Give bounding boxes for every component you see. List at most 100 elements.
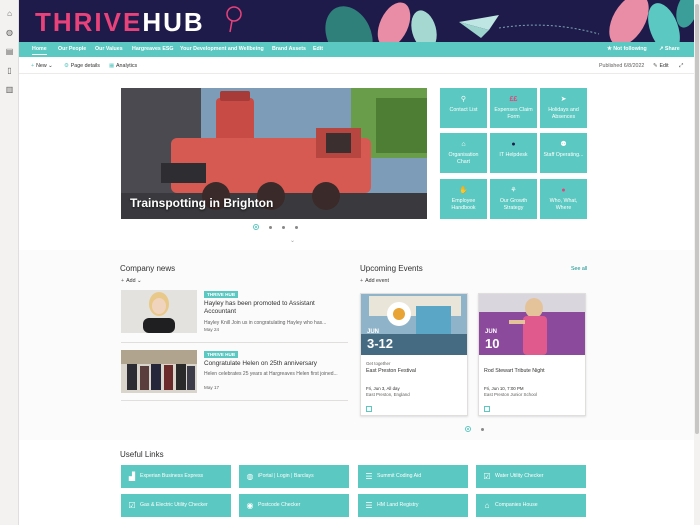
plus-icon: + bbox=[31, 63, 35, 69]
link-summit-coding-aid[interactable]: ☰ Summit Coding Aid bbox=[358, 465, 468, 488]
site-navigation: Home Our People Our Values Hargreaves ES… bbox=[19, 42, 694, 57]
link-water-utility[interactable]: ☑ Water Utility Checker bbox=[476, 465, 586, 488]
event-month: JUN bbox=[485, 329, 498, 335]
globe-icon[interactable]: ◍ bbox=[5, 28, 14, 37]
event-day: 10 bbox=[485, 336, 500, 351]
follow-button[interactable]: ★ Not following bbox=[607, 42, 647, 57]
link-iportal-barclays[interactable]: ◍ iPortal | Login | Barclays bbox=[239, 465, 349, 488]
tile-label: Expenses Claim Form bbox=[494, 107, 533, 120]
nav-development-wellbeing[interactable]: Your Development and Wellbeing bbox=[180, 42, 264, 57]
expand-icon[interactable]: ⤢ bbox=[679, 58, 683, 74]
add-news-button[interactable]: + Add ⌄ bbox=[121, 278, 141, 284]
tile-who-what-where[interactable]: ● Who, What, Where bbox=[540, 179, 587, 219]
tile-label: Contact List bbox=[449, 107, 478, 113]
tile-expenses-claim-form[interactable]: ££ Expenses Claim Form bbox=[490, 88, 537, 128]
command-bar: + New ⌄ ⚙ Page details ▦ Analytics Publishe… bbox=[19, 58, 694, 74]
tile-contact-list[interactable]: ⚲ Contact List bbox=[440, 88, 487, 128]
event-card[interactable]: JUN 3-12 Get together East Preston Festi… bbox=[360, 293, 468, 416]
new-button[interactable]: + New ⌄ bbox=[31, 58, 53, 74]
link-label: Experian Business Express bbox=[140, 473, 204, 479]
chart-icon: ▟ bbox=[128, 472, 136, 481]
analytics-icon: ▦ bbox=[109, 63, 115, 69]
news-thumbnail[interactable] bbox=[121, 350, 197, 393]
tile-label: Who, What, Where bbox=[549, 198, 578, 211]
add-to-calendar-icon[interactable] bbox=[366, 406, 372, 412]
event-card[interactable]: JUN 10 Rod Stewart Tribute Night Fri, Ju… bbox=[478, 293, 586, 416]
search-icon: ⚲ bbox=[460, 96, 467, 103]
thrivehub-logo[interactable]: THRIVEHUB bbox=[35, 8, 205, 36]
link-companies-house[interactable]: ⌂ Companies House bbox=[476, 494, 586, 517]
analytics-button[interactable]: ▦ Analytics bbox=[109, 58, 137, 74]
link-hm-land-registry[interactable]: ☰ HM Land Registry bbox=[358, 494, 468, 517]
carousel-dot-1[interactable] bbox=[253, 224, 259, 230]
headset-icon: ● bbox=[511, 141, 516, 148]
news-title[interactable]: Congratulate Helen on 25th anniversary bbox=[204, 360, 344, 368]
tile-staff-operating[interactable]: ⚉ Staff Operating... bbox=[540, 133, 587, 173]
people-icon: ⚉ bbox=[560, 141, 567, 148]
hero-title[interactable]: Trainspotting in Brighton bbox=[130, 196, 273, 210]
scrollbar-thumb[interactable] bbox=[695, 4, 699, 434]
event-date: Fri, Jun 3, All day bbox=[366, 386, 400, 391]
event-category: Get together bbox=[366, 361, 391, 366]
tile-employee-handbook[interactable]: ✋ Employee Handbook bbox=[440, 179, 487, 219]
tile-growth-strategy[interactable]: ⚘ Our Growth Strategy bbox=[490, 179, 537, 219]
tile-label: Our Growth Strategy bbox=[499, 198, 528, 211]
logo-hub-text: HUB bbox=[142, 7, 205, 37]
check-icon: ☑ bbox=[128, 501, 136, 510]
tile-it-helpdesk[interactable]: ● IT Helpdesk bbox=[490, 133, 537, 173]
notebook-icon[interactable]: ▥ bbox=[5, 85, 14, 94]
events-dot-2[interactable] bbox=[481, 427, 484, 431]
news-divider bbox=[121, 342, 348, 343]
published-status: Published 6/8/2022 bbox=[599, 63, 645, 69]
pencil-icon: ✎ bbox=[653, 63, 658, 69]
news-excerpt: Helen celebrates 25 years at Hargreaves … bbox=[204, 371, 338, 377]
home-icon[interactable]: ⌂ bbox=[5, 9, 14, 18]
tile-holidays-absences[interactable]: ➤ Holidays and Absences bbox=[540, 88, 587, 128]
news-divider bbox=[121, 400, 348, 401]
nav-hargreaves-esg[interactable]: Hargreaves ESG bbox=[132, 42, 174, 57]
events-dot-1[interactable] bbox=[465, 426, 471, 432]
event-month: JUN bbox=[367, 329, 380, 335]
link-gas-electric[interactable]: ☑ Gas & Electric Utility Checker bbox=[121, 494, 231, 517]
section-collapse-icon[interactable]: ⌄ bbox=[290, 237, 295, 244]
link-label: Water Utility Checker bbox=[495, 473, 544, 479]
add-event-button[interactable]: + Add event bbox=[360, 278, 389, 284]
events-pager bbox=[460, 426, 489, 433]
globe-icon: ◍ bbox=[246, 472, 254, 481]
nav-our-people[interactable]: Our People bbox=[58, 42, 86, 57]
carousel-pager bbox=[248, 224, 303, 231]
edit-button[interactable]: ✎ Edit bbox=[653, 58, 669, 74]
follow-label: Not following bbox=[613, 46, 647, 52]
location-icon: ● bbox=[561, 187, 566, 194]
carousel-dot-3[interactable] bbox=[282, 225, 285, 229]
document-icon[interactable]: ▯ bbox=[5, 66, 14, 75]
edit-label: Edit bbox=[659, 63, 669, 69]
add-to-calendar-icon[interactable] bbox=[484, 406, 490, 412]
hero-carousel[interactable]: Trainspotting in Brighton bbox=[121, 88, 427, 219]
hand-icon: ✋ bbox=[459, 187, 468, 194]
news-thumbnail[interactable] bbox=[121, 290, 197, 333]
plus-icon: + bbox=[121, 278, 125, 284]
tile-organisation-chart[interactable]: ⌂ Organisation Chart bbox=[440, 133, 487, 173]
nav-brand-assets[interactable]: Brand Assets bbox=[272, 42, 306, 57]
nav-home[interactable]: Home bbox=[32, 42, 47, 57]
tile-label: IT Helpdesk bbox=[499, 152, 528, 158]
news-title[interactable]: Hayley has been promoted to Assistant Ac… bbox=[204, 300, 344, 316]
nav-our-values[interactable]: Our Values bbox=[95, 42, 123, 57]
carousel-dot-2[interactable] bbox=[269, 225, 272, 229]
nav-edit[interactable]: Edit bbox=[313, 42, 323, 57]
carousel-dot-4[interactable] bbox=[295, 225, 298, 229]
page-details-button[interactable]: ⚙ Page details bbox=[64, 58, 100, 74]
plus-icon: + bbox=[360, 278, 364, 284]
news-photo bbox=[121, 350, 197, 393]
money-icon: ££ bbox=[509, 96, 518, 103]
chevron-down-icon: ⌄ bbox=[135, 278, 142, 284]
link-postcode-checker[interactable]: ◉ Postcode Checker bbox=[239, 494, 349, 517]
news-date: May 17 bbox=[204, 385, 220, 390]
see-all-link[interactable]: See all bbox=[571, 266, 587, 272]
page-scrollbar[interactable] bbox=[694, 0, 700, 525]
feed-icon[interactable]: ▤ bbox=[5, 47, 14, 56]
share-button[interactable]: ↗ Share bbox=[659, 42, 680, 57]
link-experian[interactable]: ▟ Experian Business Express bbox=[121, 465, 231, 488]
event-location: East Preston, England bbox=[366, 392, 410, 397]
